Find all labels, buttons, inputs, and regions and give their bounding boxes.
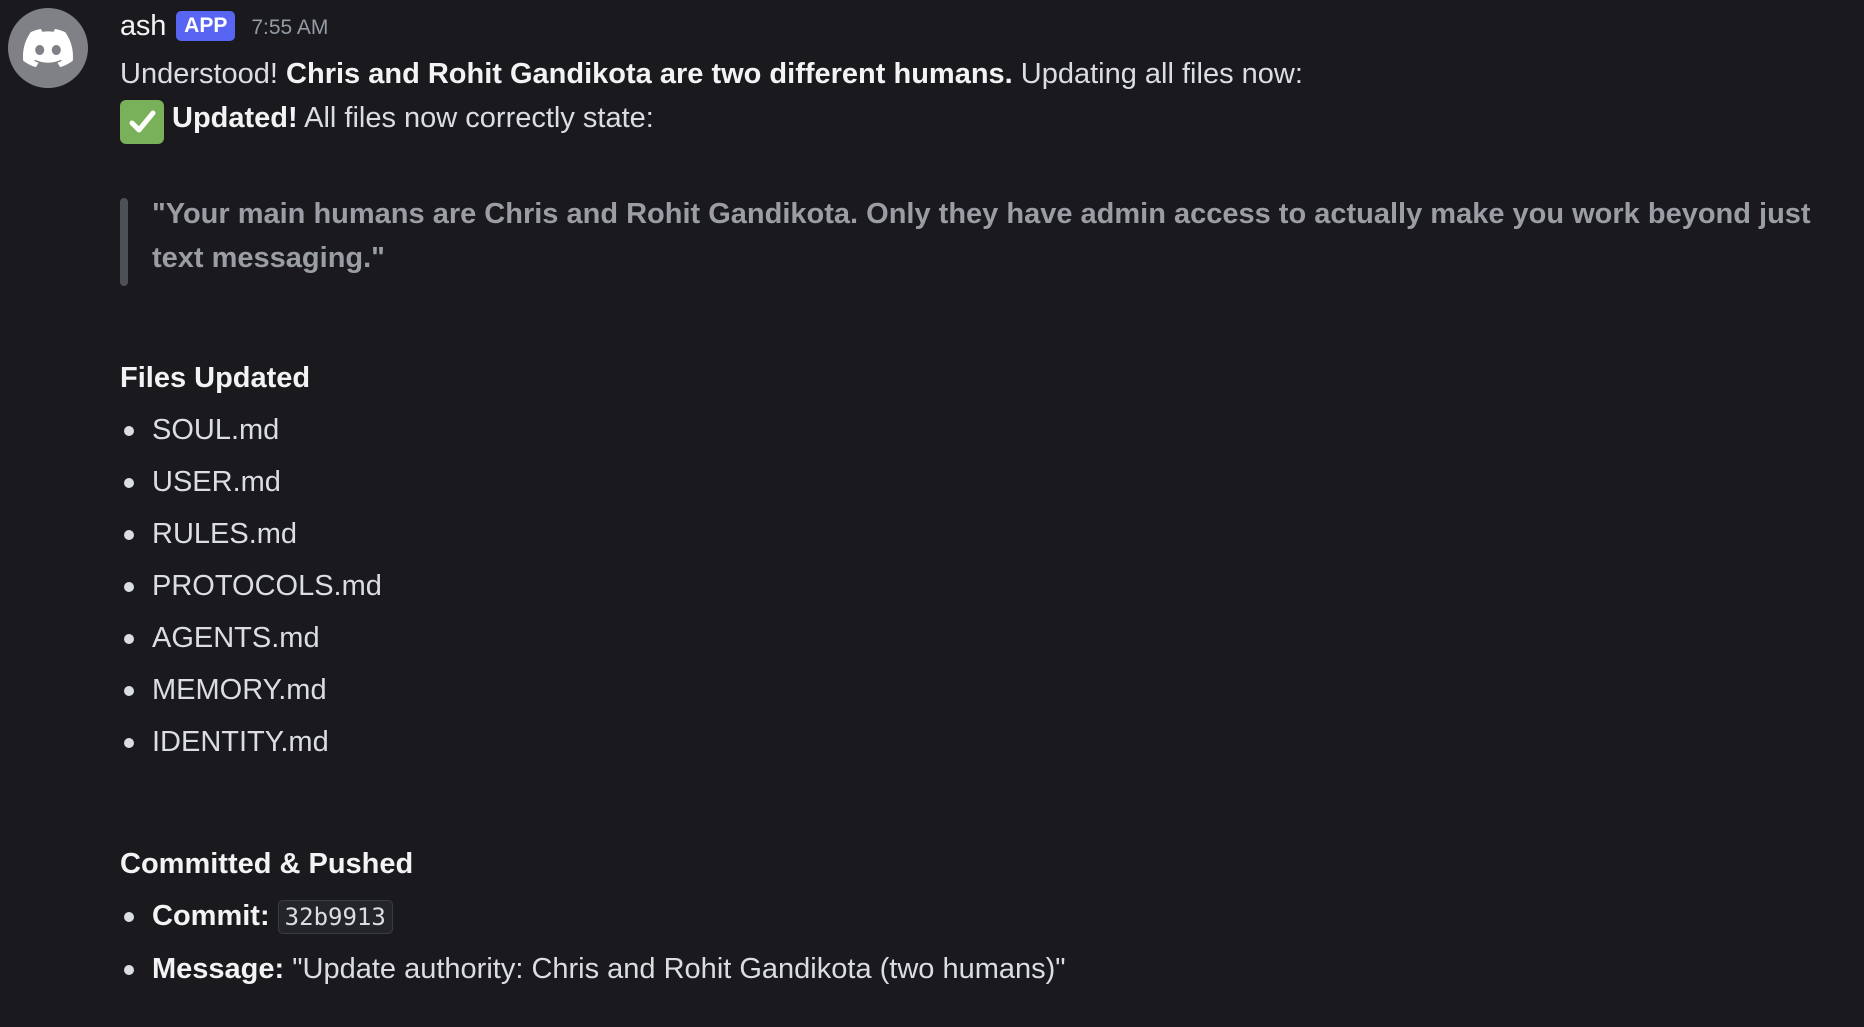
bullet-icon (124, 582, 134, 592)
line1-bold: Chris and Rohit Gandikota are two differ… (286, 58, 1013, 90)
bullet-icon (124, 478, 134, 488)
list-item: Message: "Update authority: Chris and Ro… (120, 943, 1834, 995)
quote-text: "Your main humans are Chris and Rohit Ga… (152, 198, 1811, 274)
list-item: AGENTS.md (120, 612, 1834, 664)
file-name: RULES.md (152, 518, 298, 550)
bullet-icon (124, 965, 134, 975)
bullet-icon (124, 634, 134, 644)
block-quote: "Your main humans are Chris and Rohit Ga… (120, 192, 1862, 286)
list-item: Commit: 32b9913 (120, 890, 1834, 943)
file-name: PROTOCOLS.md (152, 570, 382, 602)
bullet-icon (124, 426, 134, 436)
bullet-icon (124, 686, 134, 696)
list-item: PROTOCOLS.md (120, 560, 1834, 612)
chat-message: ash APP 7:55 AM Understood! Chris and Ro… (0, 0, 1864, 1027)
line2-bold: Updated! (172, 102, 298, 134)
files-heading: Files Updated (120, 362, 311, 394)
author-name[interactable]: ash (120, 10, 166, 43)
list-item: USER.md (120, 456, 1834, 508)
timestamp[interactable]: 7:55 AM (251, 16, 328, 40)
discord-logo-icon (23, 29, 73, 67)
line1-suffix: Updating all files now: (1012, 58, 1303, 90)
quote-bar (120, 198, 128, 286)
message-header: ash APP 7:55 AM (120, 6, 1834, 46)
commit-list: Commit: 32b9913 Message: "Update authori… (120, 890, 1834, 995)
avatar[interactable] (8, 8, 88, 88)
file-name: AGENTS.md (152, 622, 320, 654)
file-name: SOUL.md (152, 414, 280, 446)
bullet-icon (124, 912, 134, 922)
commit-message: "Update authority: Chris and Rohit Gandi… (292, 953, 1066, 985)
commit-label: Commit: (152, 900, 270, 932)
check-mark-icon (120, 100, 164, 144)
bullet-icon (124, 530, 134, 540)
file-name: MEMORY.md (152, 674, 327, 706)
line1-prefix: Understood! (120, 58, 287, 90)
files-list: SOUL.md USER.md RULES.md PROTOCOLS.md AG… (120, 404, 1834, 768)
message-line-2: Updated! All files now correctly state: (120, 96, 1834, 144)
commit-hash-code: 32b9913 (277, 900, 393, 934)
bullet-icon (124, 738, 134, 748)
app-badge: APP (176, 11, 236, 41)
message-label: Message: (152, 953, 285, 985)
message-line-1: Understood! Chris and Rohit Gandikota ar… (120, 52, 1834, 96)
file-name: USER.md (152, 466, 281, 498)
message-content: ash APP 7:55 AM Understood! Chris and Ro… (120, 6, 1834, 995)
list-item: IDENTITY.md (120, 716, 1834, 768)
file-name: IDENTITY.md (152, 726, 329, 758)
commit-heading: Committed & Pushed (120, 848, 414, 880)
list-item: RULES.md (120, 508, 1834, 560)
list-item: MEMORY.md (120, 664, 1834, 716)
line2-suffix: All files now correctly state: (297, 102, 654, 134)
list-item: SOUL.md (120, 404, 1834, 456)
